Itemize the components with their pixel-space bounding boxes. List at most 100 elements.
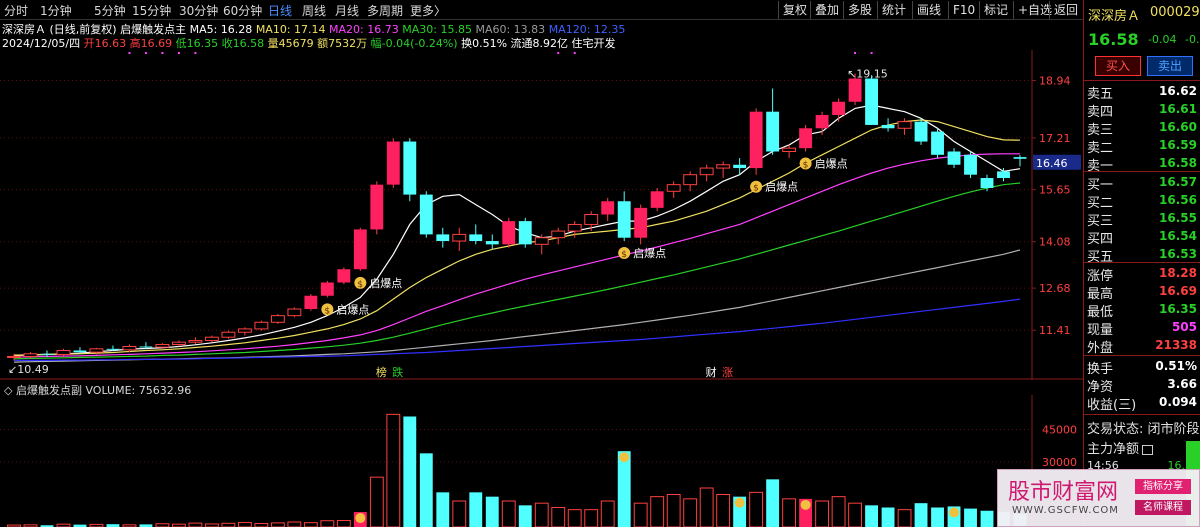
- panel-price: 16.58: [1088, 30, 1139, 49]
- tab-more[interactable]: 更多〉: [410, 2, 446, 19]
- signal-coin-glyph: $: [357, 280, 363, 290]
- volume-bar: [287, 521, 302, 527]
- volume-bar: [964, 508, 977, 527]
- high-value: 16.69: [140, 37, 173, 50]
- ask-row[interactable]: 卖一 16.58: [1084, 154, 1200, 174]
- candle: [204, 335, 219, 343]
- buy-button[interactable]: 买入: [1095, 56, 1141, 76]
- candle: [881, 118, 895, 132]
- candle: [436, 227, 450, 248]
- candle-body: [403, 141, 417, 195]
- candle-body: [419, 194, 433, 235]
- bid-row[interactable]: 买一 16.57: [1084, 173, 1200, 193]
- panel-change: -0.04: [1148, 33, 1177, 46]
- candlestick-chart[interactable]: 18.94 17.21 15.65 14.08 12.68 11.41 16.46 $ 启爆点 $…: [0, 50, 1083, 380]
- tab-15min[interactable]: 15分钟: [132, 2, 171, 19]
- signal-label: 启爆点: [815, 156, 848, 170]
- stat2-row[interactable]: 换手 0.51%: [1084, 357, 1200, 377]
- ask-row[interactable]: 卖三 16.60: [1084, 118, 1200, 138]
- tab-weekly[interactable]: 周线: [302, 2, 326, 19]
- top-marker: [144, 52, 147, 54]
- tab-1min[interactable]: 1分钟: [40, 2, 72, 19]
- tab-30min[interactable]: 30分钟: [179, 2, 218, 19]
- bid-row[interactable]: 买五 16.53: [1084, 245, 1200, 265]
- volume-bar: [436, 492, 450, 527]
- sector-tag[interactable]: 住宅开发: [572, 37, 616, 50]
- stats-button[interactable]: 统计: [877, 1, 910, 19]
- candle: [699, 164, 714, 182]
- list-icon[interactable]: [1142, 444, 1154, 455]
- candle: [947, 148, 961, 169]
- draw-line-button[interactable]: 画线: [912, 1, 945, 19]
- tab-monthly[interactable]: 月线: [335, 2, 359, 19]
- watermark-tag: 名师课程: [1135, 500, 1191, 515]
- bid-row[interactable]: 买三 16.55: [1084, 209, 1200, 229]
- candle: [386, 138, 400, 188]
- f10-button[interactable]: F10: [948, 1, 979, 19]
- stat-row[interactable]: 最高 16.69: [1084, 282, 1200, 302]
- candle: [502, 217, 516, 248]
- stat2-value: 3.66: [1167, 377, 1197, 391]
- signal-label: 启爆点: [336, 302, 369, 316]
- adjust-button[interactable]: 复权: [778, 1, 811, 19]
- candle: [254, 320, 269, 331]
- stat-value: 21338: [1155, 338, 1197, 352]
- overlay-button[interactable]: 叠加: [810, 1, 843, 19]
- candle-body: [634, 207, 648, 238]
- tab-daily[interactable]: 日线: [268, 2, 292, 19]
- stat-value: 16.69: [1159, 284, 1197, 298]
- stat-value: 505: [1171, 320, 1197, 334]
- ask-value: 16.62: [1159, 84, 1197, 98]
- panel-change-pct: -0.24%: [1185, 33, 1200, 46]
- stat-row[interactable]: 最低 16.35: [1084, 300, 1200, 320]
- mark-button[interactable]: 标记: [979, 1, 1012, 19]
- candle-body: [502, 221, 516, 245]
- panel-divider: [1084, 355, 1200, 356]
- candle-body: [947, 151, 961, 165]
- tab-timeshare[interactable]: 分时: [4, 2, 28, 19]
- back-button[interactable]: 返回: [1049, 1, 1082, 19]
- candle-body: [56, 349, 71, 355]
- stat2-row[interactable]: 净资 3.66: [1084, 375, 1200, 395]
- bid-value: 16.57: [1159, 175, 1197, 189]
- signal-coin-glyph: $: [324, 306, 330, 316]
- volume-bar: [897, 509, 912, 527]
- candle: [452, 227, 467, 251]
- candle: [716, 161, 731, 179]
- volume-bar: [320, 520, 335, 527]
- main-flow-row[interactable]: 主力净额: [1087, 438, 1154, 457]
- candle-body: [139, 346, 153, 348]
- tab-5min[interactable]: 5分钟: [94, 2, 126, 19]
- candle-body: [799, 128, 813, 149]
- watermark-tag: 指标分享: [1135, 479, 1191, 494]
- tab-multi-period[interactable]: 多周期: [367, 2, 403, 19]
- candle-body: [106, 348, 120, 350]
- stat-row[interactable]: 涨停 18.28: [1084, 264, 1200, 284]
- candle-body: [304, 295, 318, 310]
- candle: [799, 124, 813, 152]
- volume-bar: [336, 520, 351, 527]
- candle: [518, 217, 532, 248]
- bid-row[interactable]: 买二 16.56: [1084, 191, 1200, 211]
- candle-body: [469, 234, 483, 242]
- stat2-row[interactable]: 收益(三) 0.094: [1084, 393, 1200, 413]
- ask-row[interactable]: 卖五 16.62: [1084, 82, 1200, 102]
- ask-row[interactable]: 卖二 16.59: [1084, 136, 1200, 156]
- stat-row[interactable]: 现量 505: [1084, 318, 1200, 338]
- sell-button[interactable]: 卖出: [1147, 56, 1193, 76]
- y-tick-label: 17.21: [1039, 132, 1071, 145]
- top-marker: [128, 52, 131, 54]
- candle: [749, 108, 763, 175]
- low-label: 低: [175, 37, 187, 50]
- candle: [534, 234, 549, 255]
- tab-60min[interactable]: 60分钟: [223, 2, 262, 19]
- ask-row[interactable]: 卖四 16.61: [1084, 100, 1200, 120]
- ask-value: 16.61: [1159, 102, 1197, 116]
- multi-stock-button[interactable]: 多股: [843, 1, 876, 19]
- panel-divider: [1084, 80, 1200, 81]
- volume-chart[interactable]: 45000 30000: [0, 395, 1083, 527]
- bid-row[interactable]: 买四 16.54: [1084, 227, 1200, 247]
- stat-row[interactable]: 外盘 21338: [1084, 336, 1200, 356]
- volume-bar: [188, 522, 203, 527]
- volume-signal-coin-icon: [800, 499, 811, 510]
